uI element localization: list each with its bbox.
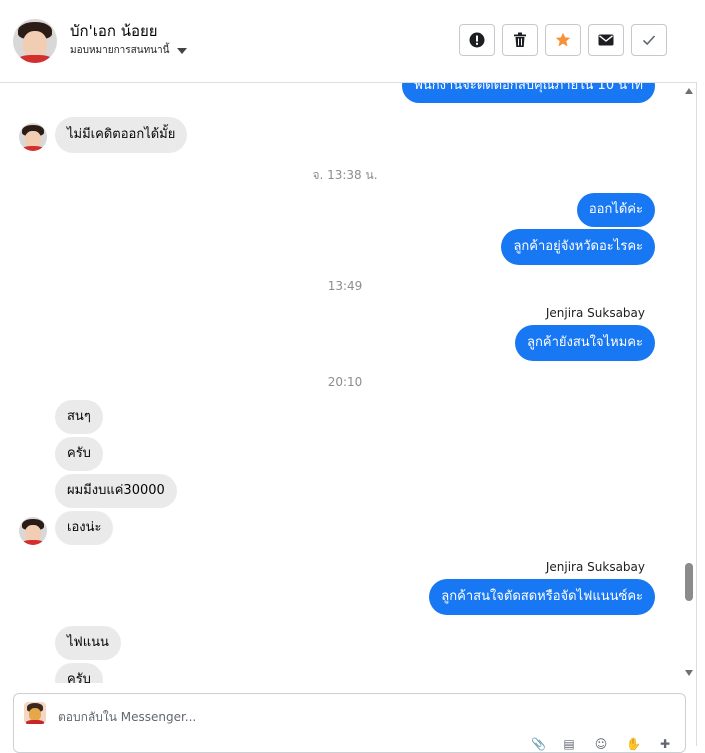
message-list[interactable]: พนักงานจะติดต่อกลับคุณภายใน 10 นาที ไม่ม… <box>0 83 697 683</box>
outgoing-message: พนักงานจะติดต่อกลับคุณภายใน 10 นาที <box>402 83 655 103</box>
envelope-icon <box>598 34 614 46</box>
outgoing-message: ลูกค้าอยู่จังหวัดอะไรคะ <box>501 229 655 265</box>
incoming-message: ครับ <box>55 437 103 471</box>
page-avatar <box>24 702 46 724</box>
incoming-message: เองน่ะ <box>55 511 114 545</box>
contact-avatar[interactable] <box>13 19 57 63</box>
reply-composer[interactable]: ตอบกลับใน Messenger... 📎 ▤ ☺ ✋ ✚ <box>13 693 686 753</box>
timestamp: 13:49 <box>327 279 363 293</box>
saved-replies-icon[interactable]: ▤ <box>562 738 576 750</box>
scroll-down-arrow-icon[interactable] <box>685 670 693 676</box>
incoming-message: ไฟแนน <box>55 626 121 660</box>
star-icon <box>555 32 571 47</box>
report-button[interactable] <box>459 24 495 56</box>
scrollbar-thumb[interactable] <box>685 563 693 601</box>
conversation-header: บัก'เอก น้อยย มอบหมายการสนทนานี้ <box>0 0 697 83</box>
exclamation-icon <box>469 32 485 48</box>
caret-down-icon <box>177 47 188 54</box>
timestamp: 20:10 <box>327 375 363 389</box>
outgoing-message: ลูกค้าสนใจตัดสดหรือจัดไฟแนนซ์คะ <box>429 579 655 615</box>
delete-button[interactable] <box>502 24 538 56</box>
more-icon[interactable]: ✚ <box>658 738 672 750</box>
reply-input[interactable]: ตอบกลับใน Messenger... <box>58 708 196 727</box>
incoming-message: ผมมีงบแค่30000 <box>55 474 177 508</box>
star-button[interactable] <box>545 24 581 56</box>
checkmark-icon <box>642 35 656 46</box>
emoji-icon[interactable]: ☺ <box>594 738 608 750</box>
trash-icon <box>514 32 526 47</box>
incoming-message: สนๆ <box>55 400 103 434</box>
contact-avatar-small <box>19 123 47 151</box>
assign-label: มอบหมายการสนทนานี้ <box>70 45 170 56</box>
timestamp: จ. 13:38 น. <box>312 168 378 182</box>
incoming-message: ครับ <box>55 663 103 683</box>
assign-conversation-dropdown[interactable]: มอบหมายการสนทนานี้ <box>70 43 188 58</box>
mark-unread-button[interactable] <box>588 24 624 56</box>
thumbs-up-icon[interactable]: ✋ <box>626 738 641 750</box>
mark-done-button[interactable] <box>631 24 667 56</box>
scroll-up-arrow-icon[interactable] <box>685 88 693 94</box>
incoming-message: ไม่มีเคดิตออกได้มั้ย <box>55 117 188 153</box>
contact-name[interactable]: บัก'เอก น้อยย <box>70 19 158 43</box>
sender-name: Jenjira Suksabay <box>545 560 645 574</box>
contact-avatar-small <box>19 517 47 545</box>
outgoing-message: ออกได้ค่ะ <box>576 193 655 227</box>
attachment-icon[interactable]: 📎 <box>531 738 546 750</box>
outgoing-message: ลูกค้ายังสนใจไหมคะ <box>515 325 655 361</box>
sender-name: Jenjira Suksabay <box>545 306 645 320</box>
